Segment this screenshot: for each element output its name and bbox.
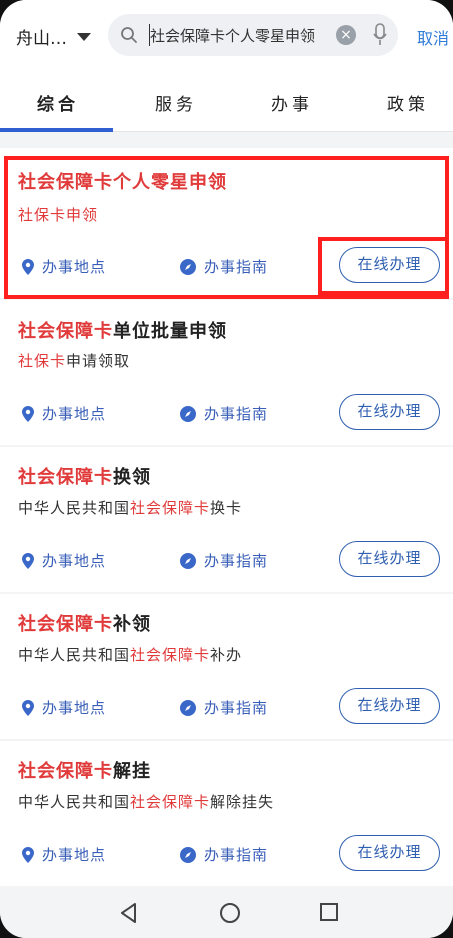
location-link[interactable]: 办事地点	[22, 403, 106, 424]
result-title: 社会保障卡换领	[18, 467, 151, 488]
result-title: 社会保障卡解挂	[18, 761, 151, 782]
result-subtitle: 中华人民共和国社会保障卡换卡	[18, 499, 243, 517]
result-title: 社会保障卡补领	[18, 614, 151, 635]
result-card[interactable]: 社会保障卡补领 中华人民共和国社会保障卡补办 办事地点 办事指南 在线办理	[0, 594, 453, 739]
compass-icon	[180, 699, 196, 716]
location-pin-icon	[22, 405, 34, 422]
online-apply-button[interactable]: 在线办理	[339, 688, 440, 724]
city-selector[interactable]: 舟山…	[16, 24, 91, 49]
online-apply-button[interactable]: 在线办理	[339, 394, 440, 430]
location-pin-icon	[22, 552, 34, 569]
tab-affairs[interactable]: 办事	[271, 90, 313, 115]
search-icon	[121, 27, 137, 43]
search-input[interactable]: 社会保障卡个人零星申领	[150, 25, 315, 46]
city-label: 舟山…	[16, 29, 67, 49]
compass-icon	[180, 552, 196, 569]
result-card[interactable]: 社会保障卡解挂 中华人民共和国社会保障卡解除挂失 办事地点 办事指南 在线办理	[0, 741, 453, 886]
highlight-box-online-button	[318, 237, 449, 295]
compass-icon	[180, 846, 196, 863]
cancel-button[interactable]: 取消	[417, 25, 449, 49]
location-link[interactable]: 办事地点	[22, 697, 106, 718]
search-header: 舟山… 社会保障卡个人零星申领 × 取消	[0, 0, 453, 70]
result-card[interactable]: 社会保障卡换领 中华人民共和国社会保障卡换卡 办事地点 办事指南 在线办理	[0, 447, 453, 592]
microphone-icon[interactable]	[373, 23, 387, 47]
search-bar[interactable]: 社会保障卡个人零星申领 ×	[108, 14, 398, 56]
location-pin-icon	[22, 699, 34, 716]
recent-apps-icon[interactable]	[319, 902, 339, 922]
tab-services[interactable]: 服务	[155, 90, 197, 115]
result-subtitle: 中华人民共和国社会保障卡解除挂失	[18, 793, 275, 811]
location-pin-icon	[22, 846, 34, 863]
compass-icon	[180, 405, 196, 422]
guide-link[interactable]: 办事指南	[180, 844, 268, 865]
clear-icon[interactable]: ×	[336, 25, 356, 45]
result-title: 社会保障卡单位批量申领	[18, 321, 227, 342]
dropdown-triangle-icon	[77, 32, 91, 41]
online-apply-button[interactable]: 在线办理	[339, 835, 440, 871]
guide-link[interactable]: 办事指南	[180, 403, 268, 424]
guide-link[interactable]: 办事指南	[180, 697, 268, 718]
active-tab-indicator	[0, 128, 113, 132]
phone-screen: 舟山… 社会保障卡个人零星申领 × 取消 综合 服务 办事 政策 社会保障卡个人…	[0, 0, 453, 938]
system-nav-bar	[0, 888, 453, 938]
tab-policy[interactable]: 政策	[387, 90, 429, 115]
online-apply-button[interactable]: 在线办理	[339, 541, 440, 577]
result-subtitle: 中华人民共和国社会保障卡补办	[18, 646, 243, 664]
tab-bar: 综合 服务 办事 政策	[0, 70, 453, 132]
back-icon[interactable]	[118, 902, 140, 924]
location-link[interactable]: 办事地点	[22, 844, 106, 865]
guide-link[interactable]: 办事指南	[180, 550, 268, 571]
tab-overview[interactable]: 综合	[37, 90, 79, 115]
result-subtitle: 社保卡申请领取	[18, 352, 131, 370]
location-link[interactable]: 办事地点	[22, 550, 106, 571]
result-card[interactable]: 社会保障卡单位批量申领 社保卡申请领取 办事地点 办事指南 在线办理	[0, 300, 453, 445]
home-icon[interactable]	[219, 902, 241, 924]
